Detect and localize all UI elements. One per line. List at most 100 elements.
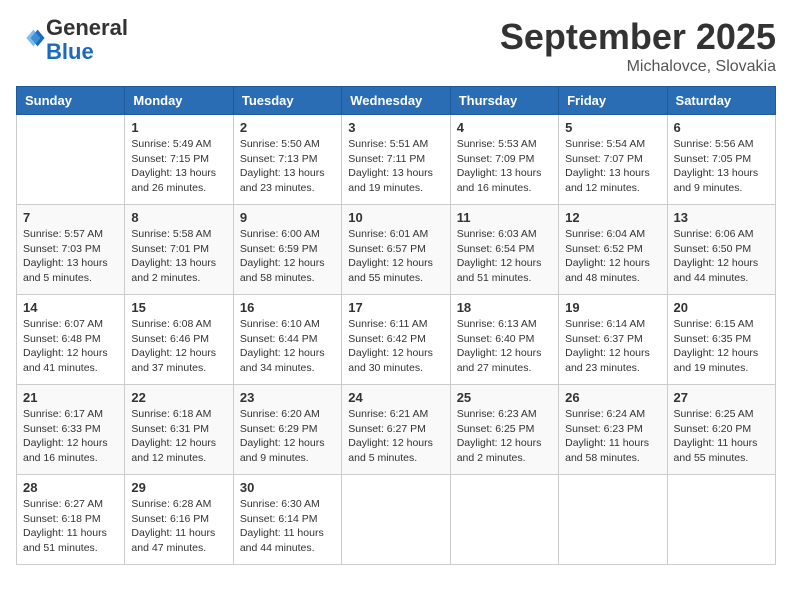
cell-content: Sunrise: 6:30 AM Sunset: 6:14 PM Dayligh… — [240, 497, 335, 556]
day-number: 6 — [674, 120, 769, 135]
cell-content: Sunrise: 6:08 AM Sunset: 6:46 PM Dayligh… — [131, 317, 226, 376]
day-number: 17 — [348, 300, 443, 315]
weekday-header-thursday: Thursday — [450, 87, 558, 115]
day-number: 20 — [674, 300, 769, 315]
day-number: 12 — [565, 210, 660, 225]
logo-icon — [18, 24, 46, 52]
cell-content: Sunrise: 5:50 AM Sunset: 7:13 PM Dayligh… — [240, 137, 335, 196]
cell-content: Sunrise: 6:23 AM Sunset: 6:25 PM Dayligh… — [457, 407, 552, 466]
calendar-cell: 19 Sunrise: 6:14 AM Sunset: 6:37 PM Dayli… — [559, 295, 667, 385]
calendar-cell: 27 Sunrise: 6:25 AM Sunset: 6:20 PM Dayli… — [667, 385, 775, 475]
cell-content: Sunrise: 6:01 AM Sunset: 6:57 PM Dayligh… — [348, 227, 443, 286]
calendar-cell: 13 Sunrise: 6:06 AM Sunset: 6:50 PM Dayli… — [667, 205, 775, 295]
day-number: 4 — [457, 120, 552, 135]
calendar-cell — [450, 475, 558, 565]
calendar-table: SundayMondayTuesdayWednesdayThursdayFrid… — [16, 86, 776, 565]
logo: General Blue — [16, 16, 128, 64]
calendar-cell: 22 Sunrise: 6:18 AM Sunset: 6:31 PM Dayli… — [125, 385, 233, 475]
logo-general-text: General — [46, 15, 128, 40]
calendar-cell: 7 Sunrise: 5:57 AM Sunset: 7:03 PM Daylig… — [17, 205, 125, 295]
calendar-cell: 18 Sunrise: 6:13 AM Sunset: 6:40 PM Dayli… — [450, 295, 558, 385]
day-number: 23 — [240, 390, 335, 405]
weekday-header-sunday: Sunday — [17, 87, 125, 115]
cell-content: Sunrise: 5:58 AM Sunset: 7:01 PM Dayligh… — [131, 227, 226, 286]
cell-content: Sunrise: 6:28 AM Sunset: 6:16 PM Dayligh… — [131, 497, 226, 556]
calendar-cell — [17, 115, 125, 205]
cell-content: Sunrise: 6:15 AM Sunset: 6:35 PM Dayligh… — [674, 317, 769, 376]
calendar-cell: 17 Sunrise: 6:11 AM Sunset: 6:42 PM Dayli… — [342, 295, 450, 385]
day-number: 15 — [131, 300, 226, 315]
calendar-cell: 24 Sunrise: 6:21 AM Sunset: 6:27 PM Dayli… — [342, 385, 450, 475]
calendar-cell: 12 Sunrise: 6:04 AM Sunset: 6:52 PM Dayli… — [559, 205, 667, 295]
cell-content: Sunrise: 6:13 AM Sunset: 6:40 PM Dayligh… — [457, 317, 552, 376]
day-number: 19 — [565, 300, 660, 315]
cell-content: Sunrise: 6:06 AM Sunset: 6:50 PM Dayligh… — [674, 227, 769, 286]
calendar-cell: 14 Sunrise: 6:07 AM Sunset: 6:48 PM Dayli… — [17, 295, 125, 385]
weekday-header-wednesday: Wednesday — [342, 87, 450, 115]
day-number: 24 — [348, 390, 443, 405]
cell-content: Sunrise: 6:14 AM Sunset: 6:37 PM Dayligh… — [565, 317, 660, 376]
calendar-cell — [342, 475, 450, 565]
cell-content: Sunrise: 5:49 AM Sunset: 7:15 PM Dayligh… — [131, 137, 226, 196]
calendar-header-row: SundayMondayTuesdayWednesdayThursdayFrid… — [17, 87, 776, 115]
calendar-cell: 9 Sunrise: 6:00 AM Sunset: 6:59 PM Daylig… — [233, 205, 341, 295]
day-number: 22 — [131, 390, 226, 405]
day-number: 8 — [131, 210, 226, 225]
calendar-cell: 29 Sunrise: 6:28 AM Sunset: 6:16 PM Dayli… — [125, 475, 233, 565]
cell-content: Sunrise: 5:56 AM Sunset: 7:05 PM Dayligh… — [674, 137, 769, 196]
month-title: September 2025 — [500, 16, 776, 58]
weekday-header-friday: Friday — [559, 87, 667, 115]
week-row-1: 1 Sunrise: 5:49 AM Sunset: 7:15 PM Daylig… — [17, 115, 776, 205]
day-number: 28 — [23, 480, 118, 495]
logo-blue-text: Blue — [46, 39, 94, 64]
cell-content: Sunrise: 6:07 AM Sunset: 6:48 PM Dayligh… — [23, 317, 118, 376]
title-block: September 2025 Michalovce, Slovakia — [500, 16, 776, 76]
calendar-cell: 6 Sunrise: 5:56 AM Sunset: 7:05 PM Daylig… — [667, 115, 775, 205]
day-number: 16 — [240, 300, 335, 315]
day-number: 10 — [348, 210, 443, 225]
cell-content: Sunrise: 6:18 AM Sunset: 6:31 PM Dayligh… — [131, 407, 226, 466]
day-number: 9 — [240, 210, 335, 225]
day-number: 7 — [23, 210, 118, 225]
calendar-cell: 5Sunrise: 5:54 AM Sunset: 7:07 PM Daylig… — [559, 115, 667, 205]
week-row-3: 14 Sunrise: 6:07 AM Sunset: 6:48 PM Dayli… — [17, 295, 776, 385]
day-number: 14 — [23, 300, 118, 315]
calendar-cell: 4Sunrise: 5:53 AM Sunset: 7:09 PM Daylig… — [450, 115, 558, 205]
day-number: 21 — [23, 390, 118, 405]
cell-content: Sunrise: 6:00 AM Sunset: 6:59 PM Dayligh… — [240, 227, 335, 286]
weekday-header-tuesday: Tuesday — [233, 87, 341, 115]
cell-content: Sunrise: 5:54 AM Sunset: 7:07 PM Dayligh… — [565, 137, 660, 196]
day-number: 2 — [240, 120, 335, 135]
day-number: 25 — [457, 390, 552, 405]
weekday-header-monday: Monday — [125, 87, 233, 115]
cell-content: Sunrise: 6:11 AM Sunset: 6:42 PM Dayligh… — [348, 317, 443, 376]
cell-content: Sunrise: 6:25 AM Sunset: 6:20 PM Dayligh… — [674, 407, 769, 466]
day-number: 11 — [457, 210, 552, 225]
calendar-cell: 10 Sunrise: 6:01 AM Sunset: 6:57 PM Dayli… — [342, 205, 450, 295]
calendar-cell: 8 Sunrise: 5:58 AM Sunset: 7:01 PM Daylig… — [125, 205, 233, 295]
calendar-cell: 26Sunrise: 6:24 AM Sunset: 6:23 PM Dayli… — [559, 385, 667, 475]
cell-content: Sunrise: 6:21 AM Sunset: 6:27 PM Dayligh… — [348, 407, 443, 466]
day-number: 3 — [348, 120, 443, 135]
calendar-cell: 11Sunrise: 6:03 AM Sunset: 6:54 PM Dayli… — [450, 205, 558, 295]
day-number: 26 — [565, 390, 660, 405]
calendar-cell: 23 Sunrise: 6:20 AM Sunset: 6:29 PM Dayli… — [233, 385, 341, 475]
day-number: 13 — [674, 210, 769, 225]
day-number: 27 — [674, 390, 769, 405]
cell-content: Sunrise: 5:57 AM Sunset: 7:03 PM Dayligh… — [23, 227, 118, 286]
calendar-cell — [559, 475, 667, 565]
week-row-4: 21 Sunrise: 6:17 AM Sunset: 6:33 PM Dayli… — [17, 385, 776, 475]
day-number: 29 — [131, 480, 226, 495]
cell-content: Sunrise: 6:20 AM Sunset: 6:29 PM Dayligh… — [240, 407, 335, 466]
day-number: 18 — [457, 300, 552, 315]
calendar-cell: 2 Sunrise: 5:50 AM Sunset: 7:13 PM Daylig… — [233, 115, 341, 205]
cell-content: Sunrise: 6:04 AM Sunset: 6:52 PM Dayligh… — [565, 227, 660, 286]
cell-content: Sunrise: 6:17 AM Sunset: 6:33 PM Dayligh… — [23, 407, 118, 466]
location-text: Michalovce, Slovakia — [500, 58, 776, 76]
calendar-cell — [667, 475, 775, 565]
day-number: 1 — [131, 120, 226, 135]
calendar-cell: 28Sunrise: 6:27 AM Sunset: 6:18 PM Dayli… — [17, 475, 125, 565]
calendar-cell: 25 Sunrise: 6:23 AM Sunset: 6:25 PM Dayli… — [450, 385, 558, 475]
calendar-cell: 3Sunrise: 5:51 AM Sunset: 7:11 PM Daylig… — [342, 115, 450, 205]
week-row-5: 28Sunrise: 6:27 AM Sunset: 6:18 PM Dayli… — [17, 475, 776, 565]
